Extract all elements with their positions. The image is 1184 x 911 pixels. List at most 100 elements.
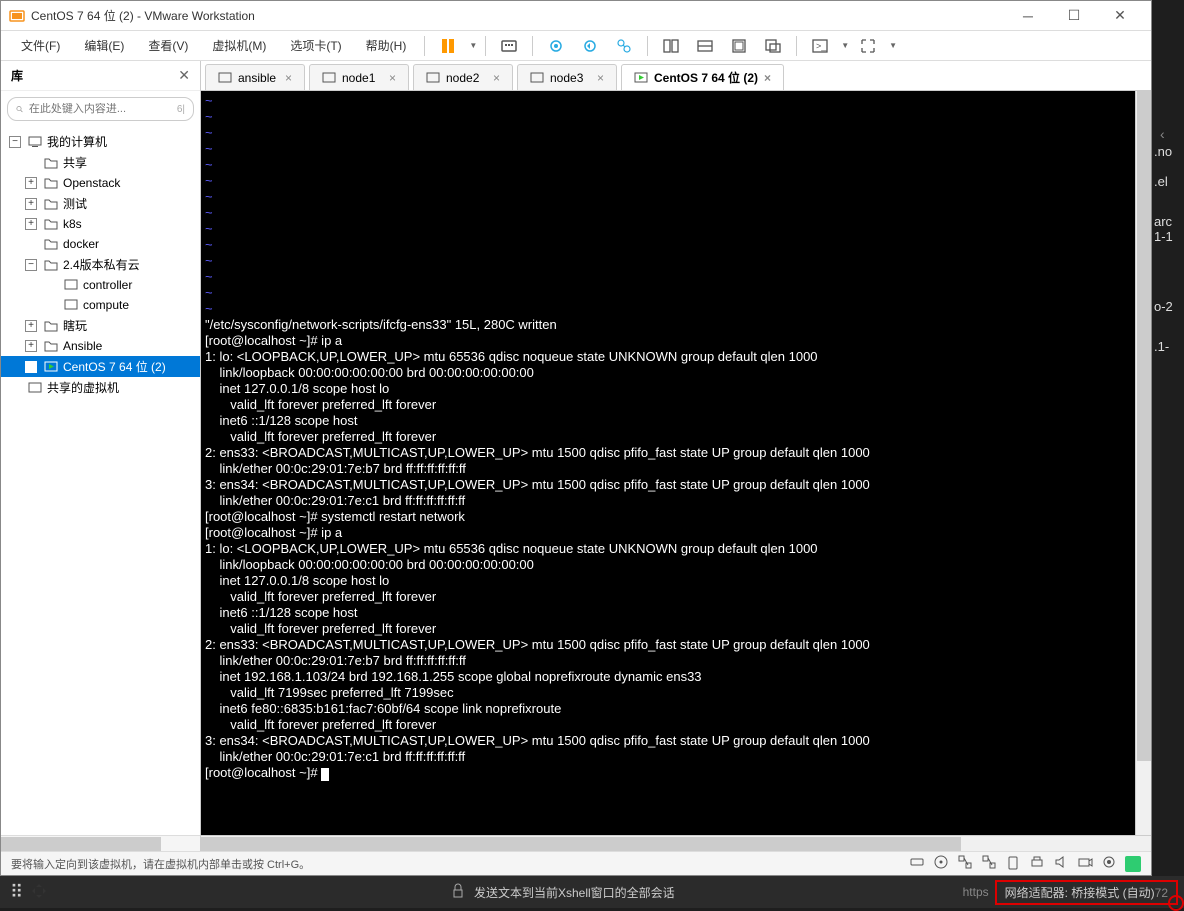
folder-icon [43,196,59,212]
sidebar-hscrollbar[interactable] [1,835,200,851]
tree-ansible[interactable]: +Ansible [1,336,200,356]
tree-shared-vm[interactable]: 共享的虚拟机 [1,377,200,398]
printer-icon[interactable] [1029,854,1045,873]
separator [532,36,533,56]
sidebar-header: 库 ✕ [1,61,200,91]
tab-centos-active[interactable]: CentOS 7 64 位 (2)× [621,64,784,90]
pause-button[interactable] [433,33,463,59]
xshell-broadcast-bar[interactable]: 发送文本到当前Xshell窗口的全部会话 [440,883,963,902]
tree-compute[interactable]: compute [1,295,200,315]
close-button[interactable]: ✕ [1097,1,1143,31]
separator [796,36,797,56]
vertical-scrollbar[interactable] [1135,91,1151,835]
search-hint[interactable]: 6| [177,104,185,115]
window-title: CentOS 7 64 位 (2) - VMware Workstation [31,7,1005,24]
tree-controller[interactable]: controller [1,275,200,295]
maximize-button[interactable]: ☐ [1051,1,1097,31]
stretch-button[interactable] [853,33,883,59]
tree-label: 共享的虚拟机 [47,379,119,396]
console-button[interactable]: >_ [805,33,835,59]
tree-test[interactable]: +测试 [1,193,200,214]
tab-node3[interactable]: node3 × [517,64,617,90]
tree-centos-active[interactable]: CentOS 7 64 位 (2) [1,356,200,377]
close-icon[interactable]: × [764,71,771,85]
tree-openstack[interactable]: +Openstack [1,173,200,193]
terminal[interactable]: ~ ~ ~ ~ ~ ~ ~ ~ ~ ~ ~ ~ ~ ~ "/etc/syscon… [201,91,1135,835]
network-icon[interactable] [957,854,973,873]
close-icon[interactable]: × [493,71,500,85]
menubar: 文件(F) 编辑(E) 查看(V) 虚拟机(M) 选项卡(T) 帮助(H) ▼ … [1,31,1151,61]
manage-snapshot-button[interactable] [609,33,639,59]
sound-icon[interactable] [1053,854,1069,873]
tab-node2[interactable]: node2× [413,64,513,90]
horizontal-scrollbar[interactable] [201,835,1151,851]
arrows-icon[interactable] [31,883,47,902]
tab-label: node1 [342,71,375,85]
network2-icon[interactable] [981,854,997,873]
content-area: ansible× node1 × node2× node3 × CentOS 7 6… [201,61,1151,851]
dropdown-icon[interactable]: ▼ [889,41,897,50]
taskbar-left: ⠿ [0,882,440,903]
tree-play[interactable]: +瞎玩 [1,315,200,336]
search-input[interactable] [29,103,171,115]
sidebar-close-button[interactable]: ✕ [178,67,190,84]
menu-vm[interactable]: 虚拟机(M) [202,33,276,58]
tab-ansible[interactable]: ansible× [205,64,305,90]
message-icon[interactable] [1125,856,1141,872]
vmware-icon [9,8,25,24]
menu-tabs[interactable]: 选项卡(T) [280,33,351,58]
disk-icon[interactable] [909,854,925,873]
grip-icon[interactable]: ⠿ [10,882,21,903]
bg-text: arc [1154,214,1182,229]
dropdown-icon[interactable]: ▼ [841,41,849,50]
tree-root[interactable]: −我的计算机 [1,131,200,152]
vm-icon [218,71,232,85]
dropdown-icon[interactable]: ▼ [469,41,477,50]
thumbnail-view-button[interactable] [656,33,686,59]
cd-icon[interactable] [933,854,949,873]
vm-icon [322,71,336,85]
unity-button[interactable] [758,33,788,59]
bg-text: .no [1154,144,1182,159]
tree-docker[interactable]: docker [1,234,200,254]
highlight-circle [1168,895,1184,911]
tree-label: 共享 [63,154,87,171]
collapse-icon[interactable]: ‹ [1160,126,1165,142]
menu-view[interactable]: 查看(V) [138,33,198,58]
scrollbar-thumb[interactable] [1137,91,1151,761]
send-ctrl-alt-del-button[interactable] [494,33,524,59]
single-view-button[interactable] [690,33,720,59]
tab-node1[interactable]: node1 × [309,64,409,90]
tree-share[interactable]: 共享 [1,152,200,173]
lock-icon [450,883,466,902]
close-icon[interactable]: × [285,71,292,85]
scrollbar-thumb[interactable] [201,837,961,851]
menu-file[interactable]: 文件(F) [11,33,70,58]
tree-label: controller [83,278,132,292]
library-title: 库 [11,67,23,84]
tab-label: node3 [550,71,583,85]
close-icon[interactable]: × [389,71,396,85]
menu-help[interactable]: 帮助(H) [356,33,417,58]
usb-icon[interactable] [1005,854,1021,873]
tree-label: 瞎玩 [63,317,87,334]
record-icon[interactable] [1101,854,1117,873]
folder-icon [43,175,59,191]
fullscreen-button[interactable] [724,33,754,59]
menu-edit[interactable]: 编辑(E) [74,33,134,58]
minimize-button[interactable]: ─ [1005,1,1051,31]
camera-icon[interactable] [1077,854,1093,873]
snapshot-button[interactable] [541,33,571,59]
library-search[interactable]: 6| [7,97,194,121]
library-sidebar: 库 ✕ 6| −我的计算机 共享 +Openstack +测试 +k8s doc… [1,61,201,851]
cursor [321,768,329,781]
tree-label: k8s [63,217,82,231]
computer-icon [27,134,43,150]
vm-running-icon [634,71,648,85]
close-icon[interactable]: × [597,71,604,85]
tree-k8s[interactable]: +k8s [1,214,200,234]
tree-label: CentOS 7 64 位 (2) [63,358,166,375]
tree-cloud24[interactable]: −2.4版本私有云 [1,254,200,275]
revert-snapshot-button[interactable] [575,33,605,59]
scrollbar-thumb[interactable] [1,837,161,851]
